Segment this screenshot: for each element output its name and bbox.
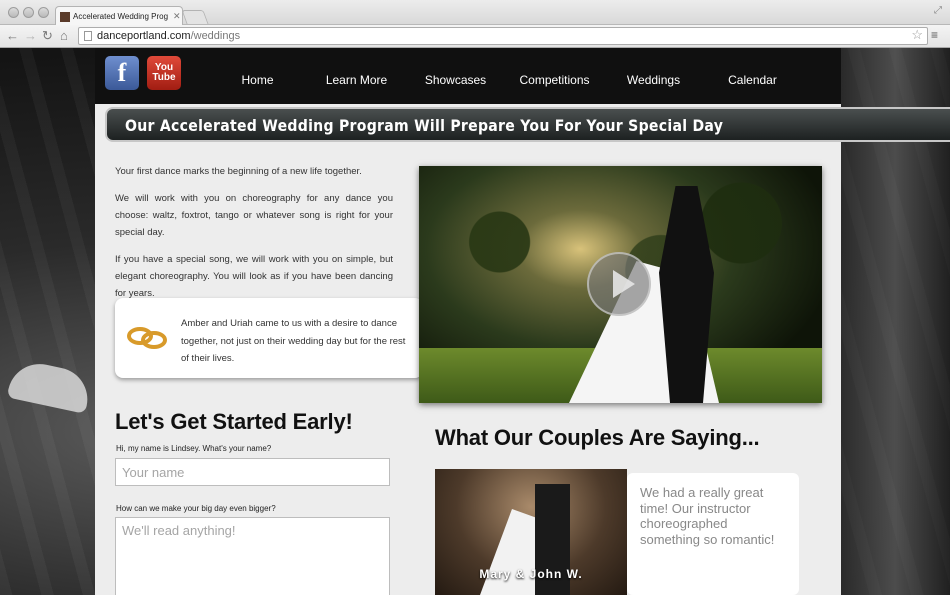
message-label: How can we make your big day even bigger… [116, 504, 276, 513]
nav-showcases[interactable]: Showcases [406, 73, 505, 87]
zoom-window-button[interactable] [38, 7, 49, 18]
fullscreen-icon[interactable]: ⤢ [934, 5, 942, 16]
tab-title: Accelerated Wedding Prog [73, 12, 169, 21]
url-domain: danceportland.com [97, 30, 191, 42]
facebook-icon[interactable]: f [105, 56, 139, 90]
forward-arrow-icon[interactable]: → [24, 28, 37, 44]
minimize-window-button[interactable] [23, 7, 34, 18]
couple-quote: We had a really great time! Our instruct… [640, 485, 775, 547]
play-icon[interactable] [587, 252, 651, 316]
main-nav: Home Learn More Showcases Competitions W… [208, 73, 802, 87]
intro-paragraph: Your first dance marks the beginning of … [115, 166, 362, 177]
couple-photo: Mary & John W. [435, 469, 627, 595]
youtube-label: You Tube [152, 62, 176, 83]
close-tab-icon[interactable]: ✕ [173, 11, 181, 22]
page-title: Our Accelerated Wedding Program Will Pre… [125, 116, 724, 135]
wedding-video[interactable] [419, 166, 822, 403]
intro-text: Your first dance marks the beginning of … [115, 163, 393, 312]
bookmark-star-icon[interactable]: ☆ [911, 27, 923, 43]
reload-icon[interactable]: ↻ [42, 28, 53, 44]
nav-home[interactable]: Home [208, 73, 307, 87]
message-textarea[interactable] [115, 517, 390, 595]
browser-titlebar: Accelerated Wedding Prog ✕ ⤢ [0, 0, 950, 26]
nav-calendar[interactable]: Calendar [703, 73, 802, 87]
page-icon [84, 31, 92, 41]
couple-name: Mary & John W. [479, 567, 583, 581]
couple-quote-card: We had a really great time! Our instruct… [627, 473, 799, 595]
nav-weddings[interactable]: Weddings [604, 73, 703, 87]
testimonial-text: Amber and Uriah came to us with a desire… [181, 318, 406, 364]
testimonial-card: Amber and Uriah came to us with a desire… [115, 298, 423, 378]
background-photo-arm [6, 358, 94, 414]
site-favicon-icon [60, 11, 70, 22]
youtube-icon[interactable]: You Tube [147, 56, 181, 90]
intro-paragraph: If you have a special song, we will work… [115, 254, 393, 299]
close-window-button[interactable] [8, 7, 19, 18]
couples-heading: What Our Couples Are Saying... [435, 425, 760, 450]
new-tab-button[interactable] [181, 10, 209, 24]
address-bar[interactable]: danceportland.com/weddings ☆ [78, 27, 928, 45]
name-input[interactable] [115, 458, 390, 486]
page-viewport: f You Tube Home Learn More Showcases Com… [0, 48, 950, 595]
name-label: Hi, my name is Lindsey. What's your name… [116, 444, 272, 453]
wedding-rings-icon [127, 323, 171, 353]
nav-learn-more[interactable]: Learn More [307, 73, 406, 87]
browser-toolbar: ← → ↻ ⌂ danceportland.com/weddings ☆ ≡ [0, 25, 950, 48]
form-heading: Let's Get Started Early! [115, 409, 353, 434]
site-container: f You Tube Home Learn More Showcases Com… [95, 48, 950, 595]
facebook-label: f [117, 58, 127, 87]
site-header: f You Tube Home Learn More Showcases Com… [95, 48, 841, 104]
nav-competitions[interactable]: Competitions [505, 73, 604, 87]
home-icon[interactable]: ⌂ [60, 28, 68, 44]
back-arrow-icon[interactable]: ← [6, 28, 19, 44]
url-path: /weddings [190, 30, 241, 42]
intro-paragraph: We will work with you on choreography fo… [115, 193, 393, 238]
browser-tab[interactable]: Accelerated Wedding Prog ✕ [55, 6, 183, 26]
browser-menu-icon[interactable]: ≡ [931, 28, 943, 42]
title-banner: Our Accelerated Wedding Program Will Pre… [105, 107, 950, 142]
